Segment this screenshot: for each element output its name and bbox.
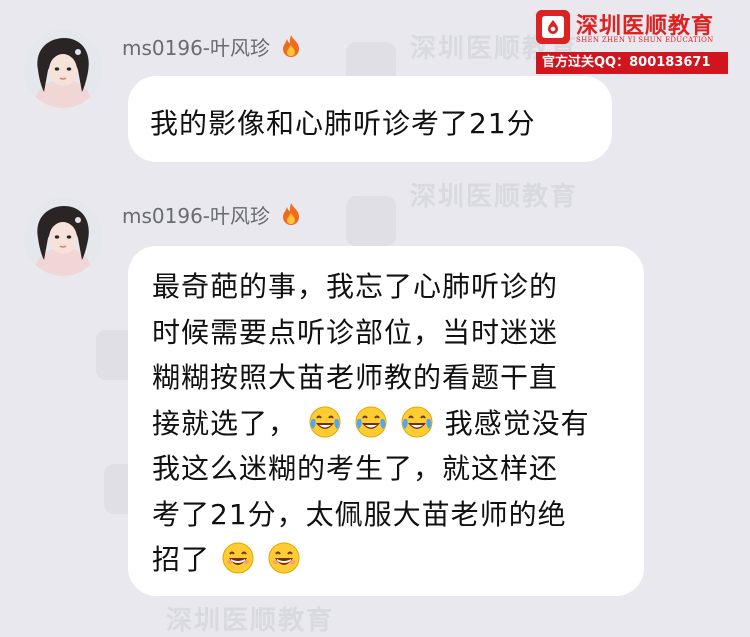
grinning-emoji-icon [222, 542, 254, 574]
tears-of-joy-emoji-icon [309, 406, 341, 437]
message-segment: 接就选了， [152, 406, 298, 440]
brand-logo: 深圳医顺教育 SHEN ZHEN YI SHUN EDUCATION [536, 8, 746, 52]
avatar-portrait-icon [24, 198, 102, 276]
watermark-badge [346, 196, 396, 246]
avatar[interactable] [24, 30, 102, 108]
message-text: 最奇葩的事，我忘了心肺听诊的 时候需要点听诊部位，当时迷迷 糊糊按照大苗老师教的… [152, 264, 590, 583]
message-text: 我的影像和心肺听诊考了21分 [150, 107, 536, 140]
username-text: ms0196-叶风珍 [122, 204, 271, 228]
message-segment: 招了 [152, 543, 211, 576]
message-line: 考了21分，太佩服大苗老师的绝 [152, 497, 567, 531]
message-username: ms0196-叶风珍 [122, 200, 302, 229]
message-line-with-emoji: 招了 [152, 537, 590, 583]
message-line: 糊糊按照大苗老师教的看题干直 [152, 361, 559, 394]
brand-logo-icon [536, 10, 570, 44]
message-segment: 我感觉没有 [444, 406, 590, 440]
message-bubble[interactable]: 我的影像和心肺听诊考了21分 [128, 76, 612, 162]
grinning-emoji-icon [268, 542, 300, 574]
fire-icon [283, 203, 300, 225]
message-bubble[interactable]: 最奇葩的事，我忘了心肺听诊的 时候需要点听诊部位，当时迷迷 糊糊按照大苗老师教的… [128, 246, 644, 596]
message-username: ms0196-叶风珍 [122, 32, 302, 61]
watermark-text: 深圳医顺教育 [410, 182, 579, 212]
message-line: 时候需要点听诊部位，当时迷迷 [152, 315, 559, 349]
username-text: ms0196-叶风珍 [122, 36, 271, 60]
brand-subtitle: SHEN ZHEN YI SHUN EDUCATION [576, 36, 714, 44]
tears-of-joy-emoji-icon [401, 406, 433, 437]
message-line: 我这么迷糊的考生了，就这样还 [152, 452, 559, 485]
watermark-text: 深圳医顺教育 [166, 606, 335, 636]
message-line-with-emoji: 接就选了， 我感觉没有 [152, 401, 590, 447]
qq-banner: 官方过关QQ：800183671 [536, 52, 728, 74]
tears-of-joy-emoji-icon [355, 406, 387, 437]
message-line: 最奇葩的事，我忘了心肺听诊的 [152, 270, 559, 303]
avatar-portrait-icon [24, 30, 102, 108]
avatar[interactable] [24, 198, 102, 276]
fire-icon [283, 35, 300, 57]
